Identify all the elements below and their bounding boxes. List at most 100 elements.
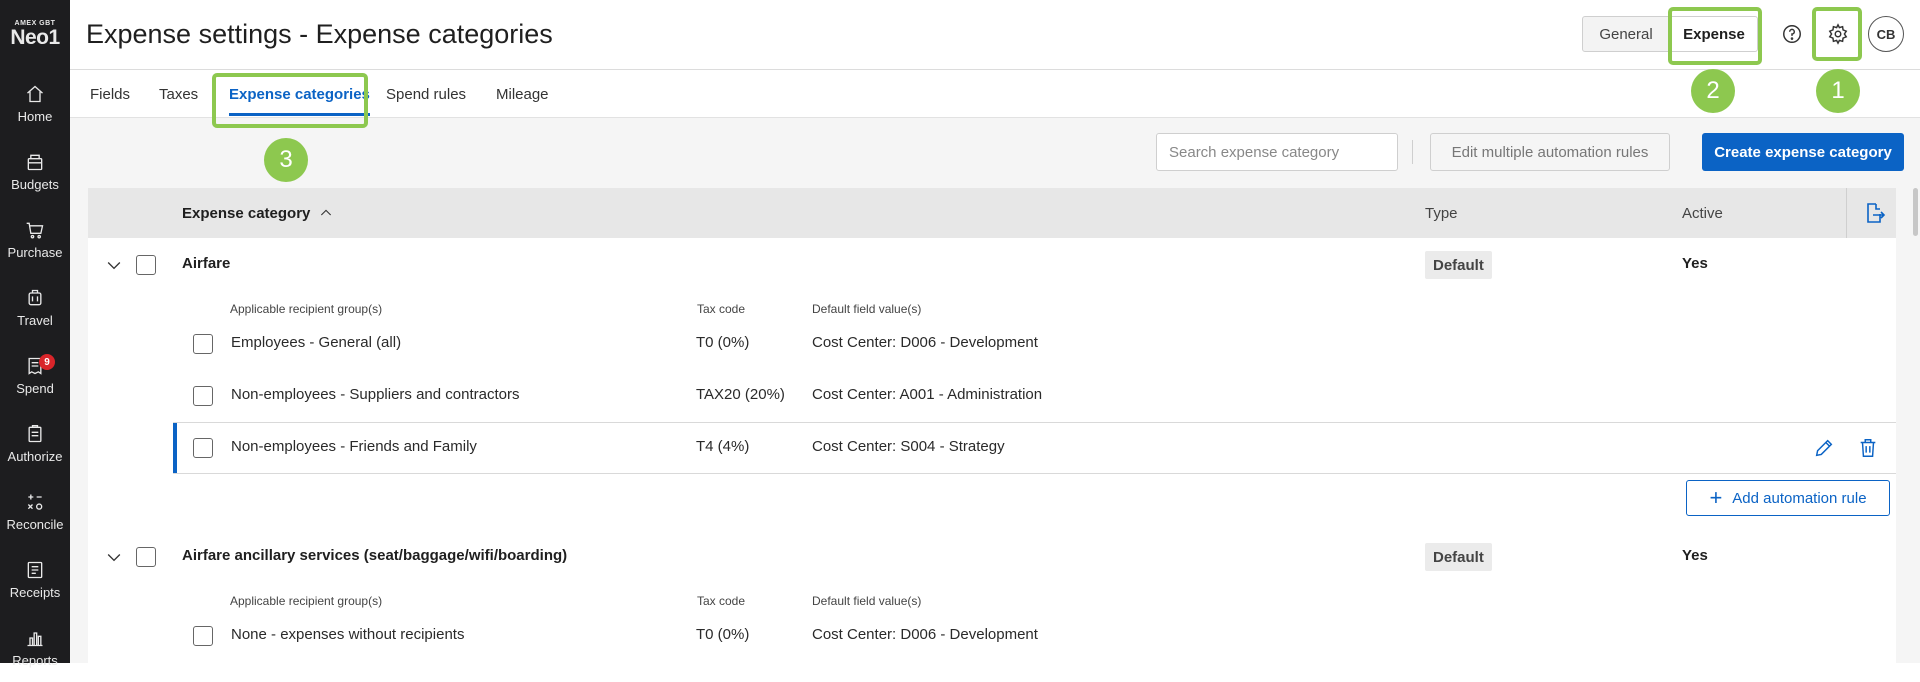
header: Expense settings - Expense categories Ge… [70, 0, 1920, 70]
type-badge: Default [1425, 543, 1492, 571]
default-value: Cost Center: D006 - Development [812, 334, 1038, 351]
type-badge: Default [1425, 251, 1492, 279]
add-rule-label: Add automation rule [1732, 489, 1867, 507]
default-value: Cost Center: A001 - Administration [812, 386, 1043, 403]
calculator-icon [27, 494, 43, 510]
tax-code: T0 (0%) [696, 626, 750, 643]
annotation-number-3: 3 [264, 138, 308, 182]
sidebar-item-reports[interactable]: Reports [0, 614, 70, 682]
chevron-up-icon [321, 209, 332, 216]
active-value: Yes [1682, 547, 1708, 564]
category-name: Airfare [182, 255, 231, 272]
recipient-group: None - expenses without recipients [231, 626, 465, 643]
tab-spend-rules[interactable]: Spend rules [386, 70, 466, 118]
tab-fields[interactable]: Fields [90, 70, 130, 118]
chevron-down-icon [107, 554, 121, 562]
rule-checkbox[interactable] [193, 386, 213, 406]
add-automation-rule-button[interactable]: + Add automation rule [1686, 480, 1890, 516]
automation-rule-row[interactable]: None - expenses without recipients T0 (0… [173, 610, 1896, 662]
bar-chart-icon [27, 632, 43, 647]
category-name: Airfare ancillary services (seat/baggage… [182, 547, 568, 564]
sidebar-item-label: Receipts [9, 585, 61, 600]
cart-icon [26, 222, 44, 239]
receipts-icon [27, 561, 43, 579]
settings-button[interactable] [1822, 18, 1854, 50]
sidebar-item-authorize[interactable]: Authorize [0, 410, 70, 478]
category-group-airfare-ancillary: Airfare ancillary services (seat/baggage… [88, 526, 1896, 663]
sidebar-item-reconcile[interactable]: Reconcile [0, 478, 70, 546]
expense-toggle-button[interactable]: Expense [1670, 16, 1758, 52]
sidebar-item-purchase[interactable]: Purchase [0, 206, 70, 274]
pencil-icon [1815, 439, 1833, 457]
sidebar-item-travel[interactable]: Travel [0, 274, 70, 342]
sidebar-item-budgets[interactable]: Budgets [0, 138, 70, 206]
sidebar-item-receipts[interactable]: Receipts [0, 546, 70, 614]
home-icon [27, 85, 43, 103]
rule-checkbox[interactable] [193, 334, 213, 354]
rule-checkbox[interactable] [193, 438, 213, 458]
export-icon [1867, 203, 1886, 223]
collapse-toggle[interactable] [104, 255, 124, 275]
export-button[interactable] [1862, 201, 1886, 225]
trash-icon [1860, 439, 1876, 457]
column-header-category: Expense category [182, 204, 311, 222]
brand-logo[interactable]: AMEX GBT Neo1 [0, 0, 70, 70]
sidebar-item-spend[interactable]: 9 Spend [0, 342, 70, 410]
tab-taxes[interactable]: Taxes [159, 70, 198, 118]
help-button[interactable] [1776, 18, 1808, 50]
page-title: Expense settings - Expense categories [86, 19, 553, 49]
tax-code: T4 (4%) [696, 438, 750, 455]
search-input[interactable] [1156, 133, 1398, 171]
gear-icon [1828, 23, 1848, 45]
main-content: Edit multiple automation rules Create ex… [70, 118, 1920, 663]
default-value: Cost Center: D006 - Development [812, 626, 1038, 643]
avatar[interactable]: CB [1868, 16, 1904, 52]
scrollbar[interactable] [1913, 188, 1918, 236]
category-row[interactable]: Airfare ancillary services (seat/baggage… [88, 530, 1896, 584]
edit-multiple-rules-button[interactable]: Edit multiple automation rules [1430, 133, 1670, 171]
sidebar-item-label: Purchase [7, 245, 63, 260]
help-icon [1783, 25, 1801, 43]
annotation-number-1: 1 [1816, 69, 1860, 113]
sidebar-item-label: Spend [16, 381, 54, 396]
tax-code: T0 (0%) [696, 334, 750, 351]
sidebar-item-label: Budgets [11, 177, 59, 192]
sub-header-groups: Applicable recipient group(s) [230, 594, 383, 608]
category-checkbox[interactable] [136, 255, 156, 275]
create-expense-category-button[interactable]: Create expense category [1702, 133, 1904, 171]
default-value: Cost Center: S004 - Strategy [812, 438, 1005, 455]
general-toggle-button[interactable]: General [1582, 16, 1670, 52]
toolbar-divider [1412, 140, 1413, 164]
sort-expense-category[interactable]: Expense category [182, 188, 334, 238]
category-checkbox[interactable] [136, 547, 156, 567]
sub-header-tax: Tax code [697, 302, 746, 316]
active-value: Yes [1682, 255, 1708, 272]
budgets-icon [27, 154, 43, 171]
collapse-toggle[interactable] [104, 547, 124, 567]
plus-icon: + [1709, 485, 1723, 510]
rule-checkbox[interactable] [193, 626, 213, 646]
tax-code: TAX20 (20%) [696, 386, 785, 403]
sidebar-item-label: Reports [12, 653, 58, 668]
sidebar-item-label: Reconcile [6, 517, 64, 532]
delete-rule-button[interactable] [1857, 437, 1879, 459]
clipboard-icon [28, 425, 42, 443]
sidebar-item-label: Authorize [7, 449, 63, 464]
edit-rule-button[interactable] [1813, 437, 1835, 459]
recipient-group: Employees - General (all) [231, 334, 402, 351]
sidebar-item-home[interactable]: Home [0, 70, 70, 138]
chevron-down-icon [107, 262, 121, 270]
annotation-number-2: 2 [1691, 69, 1735, 113]
header-divider [1846, 188, 1847, 238]
automation-rule-row[interactable]: Employees - General (all) T0 (0%) Cost C… [173, 318, 1896, 370]
column-header-active: Active [1682, 204, 1723, 222]
sidebar-item-label: Home [17, 109, 53, 124]
tab-mileage[interactable]: Mileage [496, 70, 549, 118]
column-header-type: Type [1425, 204, 1458, 222]
automation-rule-row[interactable]: Non-employees - Suppliers and contractor… [173, 370, 1896, 422]
category-row[interactable]: Airfare Default Yes [88, 238, 1896, 292]
automation-rule-row-selected[interactable]: Non-employees - Friends and Family T4 (4… [173, 422, 1896, 474]
tab-expense-categories[interactable]: Expense categories [229, 70, 370, 118]
sidebar-item-label: Travel [17, 313, 53, 328]
spend-badge: 9 [39, 354, 55, 370]
